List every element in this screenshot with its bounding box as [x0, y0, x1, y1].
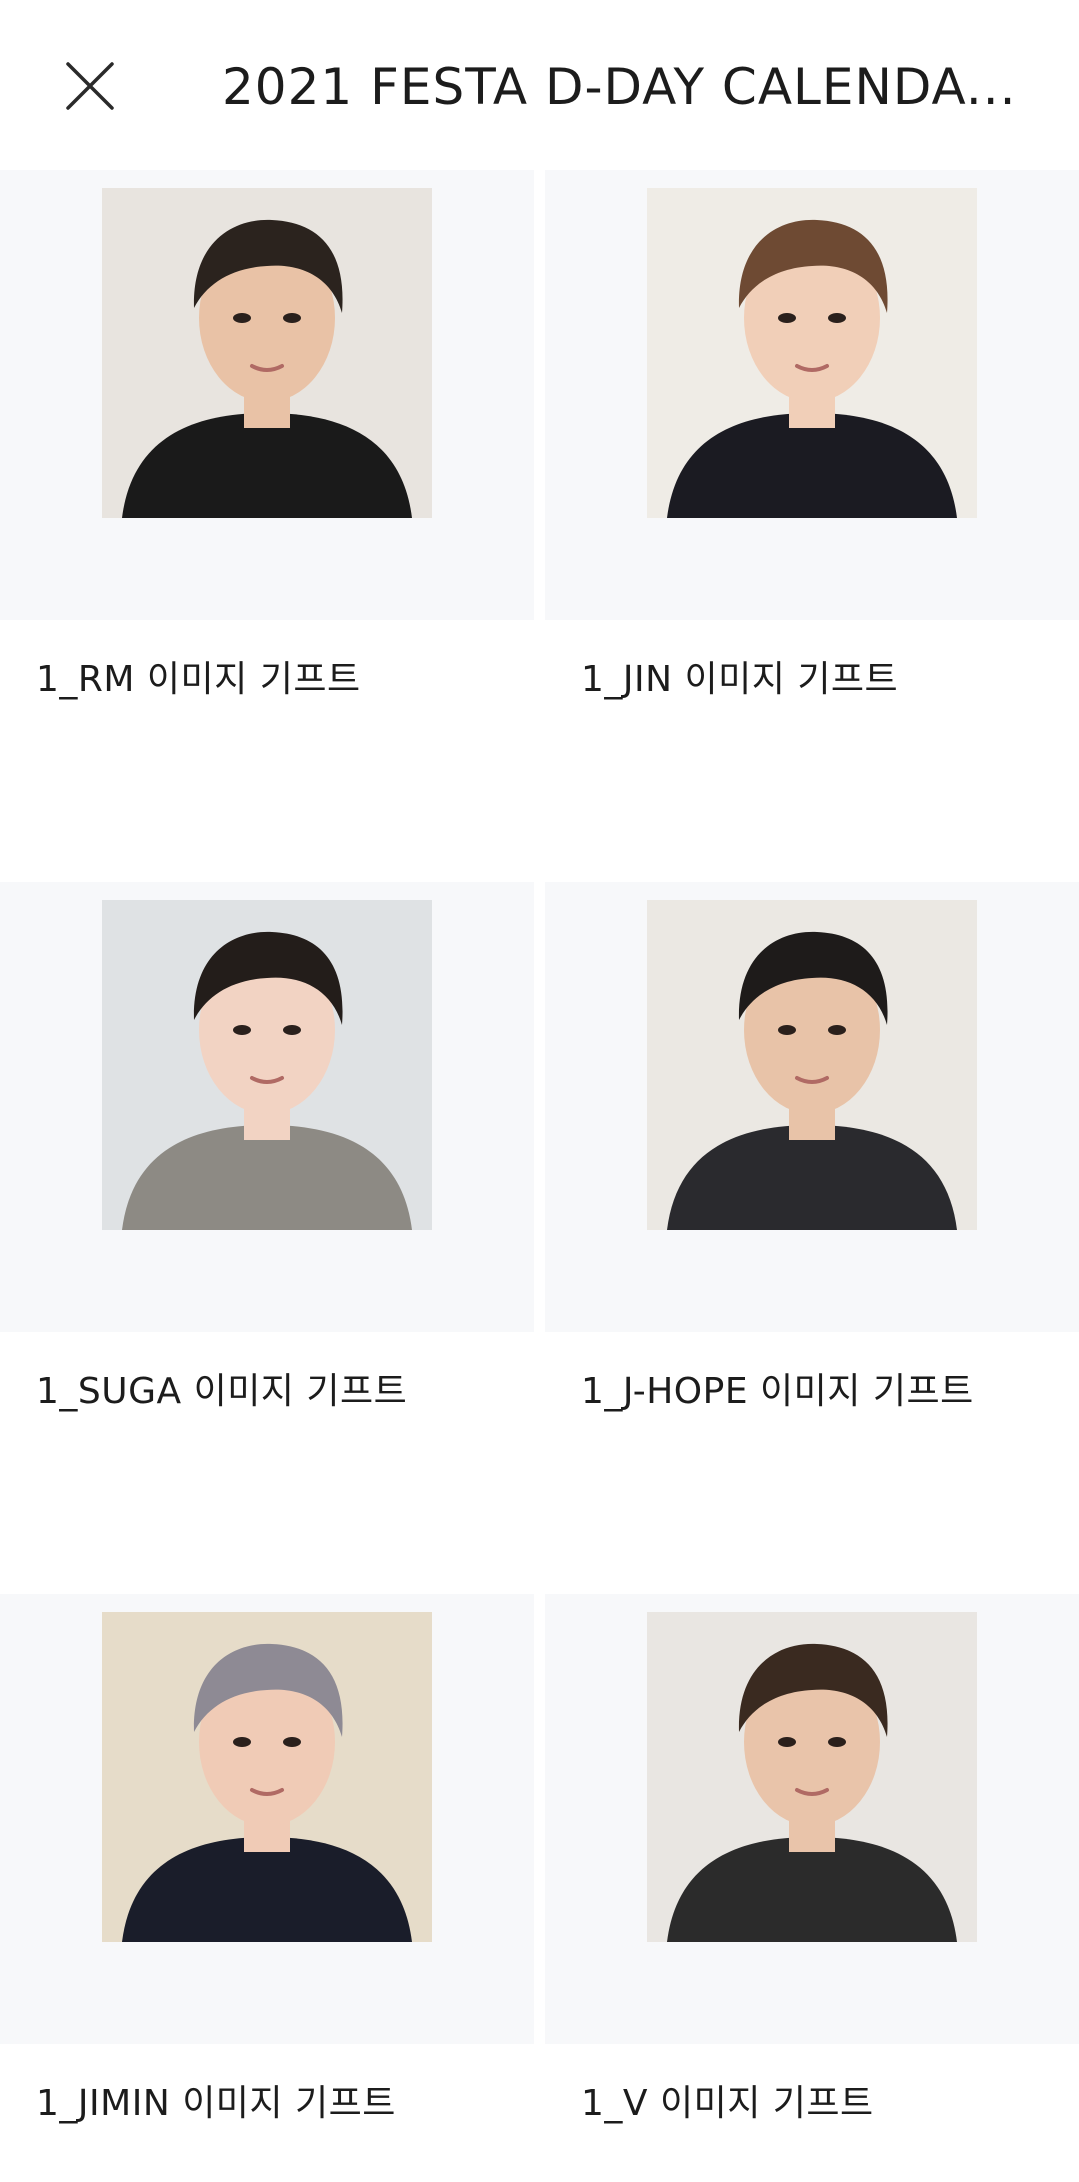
- gift-label: 1_JIMIN 이미지 기프트: [36, 2083, 396, 2124]
- gift-photo: [102, 188, 432, 518]
- gift-photo: [102, 900, 432, 1230]
- portrait-image: [647, 1612, 977, 1942]
- gift-label: 1_J-HOPE 이미지 기프트: [581, 1371, 974, 1412]
- close-button[interactable]: [60, 56, 120, 116]
- portrait-image: [647, 900, 977, 1230]
- portrait-image: [647, 188, 977, 518]
- portrait-image: [102, 900, 432, 1230]
- gift-label: 1_RM 이미지 기프트: [36, 659, 361, 700]
- top-bar: 2021 FESTA D-DAY CALENDA...: [0, 0, 1079, 170]
- gift-label: 1_SUGA 이미지 기프트: [36, 1371, 408, 1412]
- portrait-image: [102, 188, 432, 518]
- gift-photo: [647, 900, 977, 1230]
- gift-label: 1_JIN 이미지 기프트: [581, 659, 899, 700]
- portrait-image: [102, 1612, 432, 1942]
- gift-label: 1_V 이미지 기프트: [581, 2083, 874, 2124]
- close-icon: [66, 62, 114, 110]
- gift-photo: [647, 188, 977, 518]
- gift-photo: [647, 1612, 977, 1942]
- gift-photo: [102, 1612, 432, 1942]
- page-title: 2021 FESTA D-DAY CALENDA...: [222, 58, 1017, 116]
